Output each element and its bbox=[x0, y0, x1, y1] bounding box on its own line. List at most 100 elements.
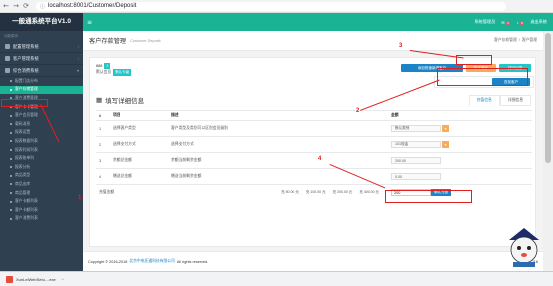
url-text: localhost:8001/Customer/Deposit bbox=[48, 3, 137, 9]
page-subtitle: Customer Deposit bbox=[130, 38, 161, 43]
copyright-text: Copyright © 2016-2018 bbox=[88, 259, 128, 264]
bullet-icon bbox=[10, 166, 12, 169]
users-icon bbox=[5, 56, 10, 61]
file-icon bbox=[6, 275, 13, 283]
annotation-label-4: 4 bbox=[318, 156, 322, 162]
bullet-icon bbox=[10, 200, 12, 203]
bell-icon[interactable]: ♪ 8 bbox=[516, 20, 525, 25]
message-badge: 0 bbox=[505, 20, 511, 25]
chevron-up-icon[interactable]: ^ bbox=[62, 277, 64, 282]
back-icon[interactable]: ← bbox=[2, 2, 10, 10]
sidebar: 一般通系统平台V1.0 功能模块 配置管理系统 ‹ 客户管理系统 ‹ 综合消费系统 ▾… bbox=[0, 13, 83, 271]
sidebar-item[interactable]: 商品出库 bbox=[0, 180, 83, 189]
menu-toggle-icon[interactable]: ≡ bbox=[87, 19, 92, 26]
sidebar-group-customer[interactable]: 客户管理系统 ‹ bbox=[0, 53, 83, 65]
bullet-icon bbox=[10, 217, 12, 220]
footer: Copyright © 2016-2018 北京中电亚通科技有限公司 All r… bbox=[83, 251, 543, 271]
sidebar-item[interactable]: 商品类型 bbox=[0, 172, 83, 181]
balance-field: 200.00 bbox=[391, 157, 441, 164]
mascot-illustration bbox=[509, 228, 539, 267]
breadcrumb-parent[interactable]: 客户管理 bbox=[522, 38, 537, 43]
bullet-icon bbox=[10, 80, 12, 83]
bullet-icon bbox=[10, 131, 12, 134]
table-row: 2 选择支付方式 选择支付方式 101现金 ▾ bbox=[96, 136, 532, 153]
bullet-icon bbox=[10, 174, 12, 177]
notification-badge: 8 bbox=[519, 20, 525, 25]
sidebar-group-consume[interactable]: 综合消费系统 ▾ bbox=[0, 65, 83, 77]
sidebar-item[interactable]: 报表利润列表 bbox=[0, 146, 83, 155]
tab-detail-info[interactable]: 详细信息 bbox=[499, 95, 531, 106]
nav-header: 功能模块 bbox=[4, 34, 18, 38]
deposit-table: # 项目 描述 金额 1 选择客户类型 客户类型及类别可以区别会员级别 默认类别… bbox=[96, 110, 532, 201]
bullet-icon bbox=[10, 123, 12, 126]
downloads-bar: XunLeiWebSetu....exe ^ bbox=[0, 271, 553, 286]
sidebar-item-deposit[interactable]: 客户存储管理 bbox=[0, 85, 83, 95]
scrollbar-thumb[interactable] bbox=[545, 33, 551, 163]
page-title: 客户存款管理 bbox=[89, 38, 127, 45]
payment-method-select[interactable]: 101现金 bbox=[391, 141, 441, 148]
column-header: 金额 bbox=[388, 110, 532, 121]
customer-type-select[interactable]: 默认类别 bbox=[391, 125, 441, 132]
top-navbar: ≡ 系统管理员 ✉ 0 ♪ 8 退出系统 bbox=[83, 13, 553, 31]
customer-level-badge: 默认卡级 bbox=[113, 69, 132, 76]
bonus-field: 0.00 bbox=[391, 173, 441, 180]
breadcrumb: 客户存款管理 / 客户管理 bbox=[494, 38, 537, 43]
sidebar-item[interactable]: 报表设置 bbox=[0, 129, 83, 138]
sidebar-item[interactable]: 客户消费列表 bbox=[0, 215, 83, 224]
customer-name: 默认会员 默认卡级 bbox=[96, 69, 132, 76]
bullet-icon bbox=[10, 114, 12, 117]
bullet-icon bbox=[10, 88, 12, 91]
sidebar-item[interactable]: 配置门店分布 bbox=[0, 77, 83, 86]
address-bar[interactable]: ⓘ localhost:8001/Customer/Deposit bbox=[36, 1, 506, 11]
breadcrumb-separator: / bbox=[518, 38, 520, 42]
column-header: # bbox=[96, 110, 110, 121]
dropdown-icon[interactable]: ▾ bbox=[442, 125, 449, 132]
sidebar-item[interactable]: 客户会员管理 bbox=[0, 111, 83, 120]
sidebar-item[interactable]: 载码消息 bbox=[0, 120, 83, 129]
grid-icon: ▦ bbox=[96, 97, 103, 104]
sidebar-item[interactable]: 客户卡额列表 bbox=[0, 206, 83, 215]
annotation-label-1: 1 bbox=[78, 195, 82, 201]
sidebar-item[interactable]: 客户卡额列表 bbox=[0, 197, 83, 206]
quick-amount-50[interactable]: 充 50.00 元 bbox=[281, 190, 299, 195]
annotation-label-3: 3 bbox=[399, 43, 403, 49]
quick-amount-400[interactable]: 充 400.00 元 bbox=[359, 190, 379, 195]
breadcrumb-current[interactable]: 客户存款管理 bbox=[494, 38, 517, 43]
logout-link[interactable]: 退出系统 bbox=[530, 19, 547, 25]
table-header-row: # 项目 描述 金额 bbox=[96, 110, 532, 121]
message-icon[interactable]: ✉ 0 bbox=[501, 20, 511, 25]
sidebar-item[interactable]: 报表分析 bbox=[0, 163, 83, 172]
forward-icon[interactable]: → bbox=[12, 2, 20, 10]
reload-icon[interactable]: ⟳ bbox=[22, 2, 30, 10]
table-row: 4 赠送总金额 赠送当前剩余金额 0.00 bbox=[96, 168, 532, 185]
download-filename[interactable]: XunLeiWebSetu....exe bbox=[16, 277, 56, 282]
quick-amount-200[interactable]: 充 200.00 元 bbox=[333, 190, 353, 195]
brand-title: 一般通系统平台V1.0 bbox=[0, 13, 83, 31]
column-header: 描述 bbox=[168, 110, 388, 121]
column-header: 项目 bbox=[110, 110, 168, 121]
chevron-left-icon: ‹ bbox=[77, 56, 79, 61]
user-name[interactable]: 系统管理员 bbox=[474, 19, 495, 25]
table-row: 3 余额总金额 余额当前剩余金额 200.00 bbox=[96, 152, 532, 169]
sidebar-item[interactable]: 商品管理 bbox=[0, 189, 83, 198]
dropdown-icon[interactable]: ▾ bbox=[442, 141, 449, 148]
page-header: 客户存款管理 Customer Deposit 客户存款管理 / 客户管理 bbox=[83, 31, 543, 51]
bullet-icon bbox=[10, 140, 12, 143]
chevron-down-icon: ▾ bbox=[76, 68, 79, 73]
sidebar-group-config[interactable]: 配置管理系统 ‹ bbox=[0, 41, 83, 53]
bullet-icon bbox=[10, 183, 12, 186]
quick-amount-100[interactable]: 充 100.00 元 bbox=[306, 190, 326, 195]
chevron-left-icon: ‹ bbox=[77, 44, 79, 49]
page-scrollbar[interactable] bbox=[543, 31, 553, 271]
tab-deposit-info[interactable]: 充值信息 bbox=[468, 95, 500, 106]
section-title: ▦ 填写详细信息 bbox=[96, 97, 145, 105]
bullet-icon bbox=[10, 149, 12, 152]
table-row: 1 选择客户类型 客户类型及类别可以区别会员级别 默认类别 ▾ bbox=[96, 120, 532, 137]
annotation-label-2: 2 bbox=[356, 108, 360, 114]
company-link[interactable]: 北京中电亚通科技有限公司 bbox=[129, 259, 175, 264]
rights-text: All rights reserved. bbox=[176, 259, 209, 264]
sidebar-item[interactable]: 报表数据列表 bbox=[0, 137, 83, 146]
browser-toolbar: ← → ⟳ ⓘ localhost:8001/Customer/Deposit bbox=[0, 0, 553, 13]
annotation-box-amount bbox=[385, 190, 472, 203]
sidebar-item[interactable]: 报表账单列 bbox=[0, 154, 83, 163]
